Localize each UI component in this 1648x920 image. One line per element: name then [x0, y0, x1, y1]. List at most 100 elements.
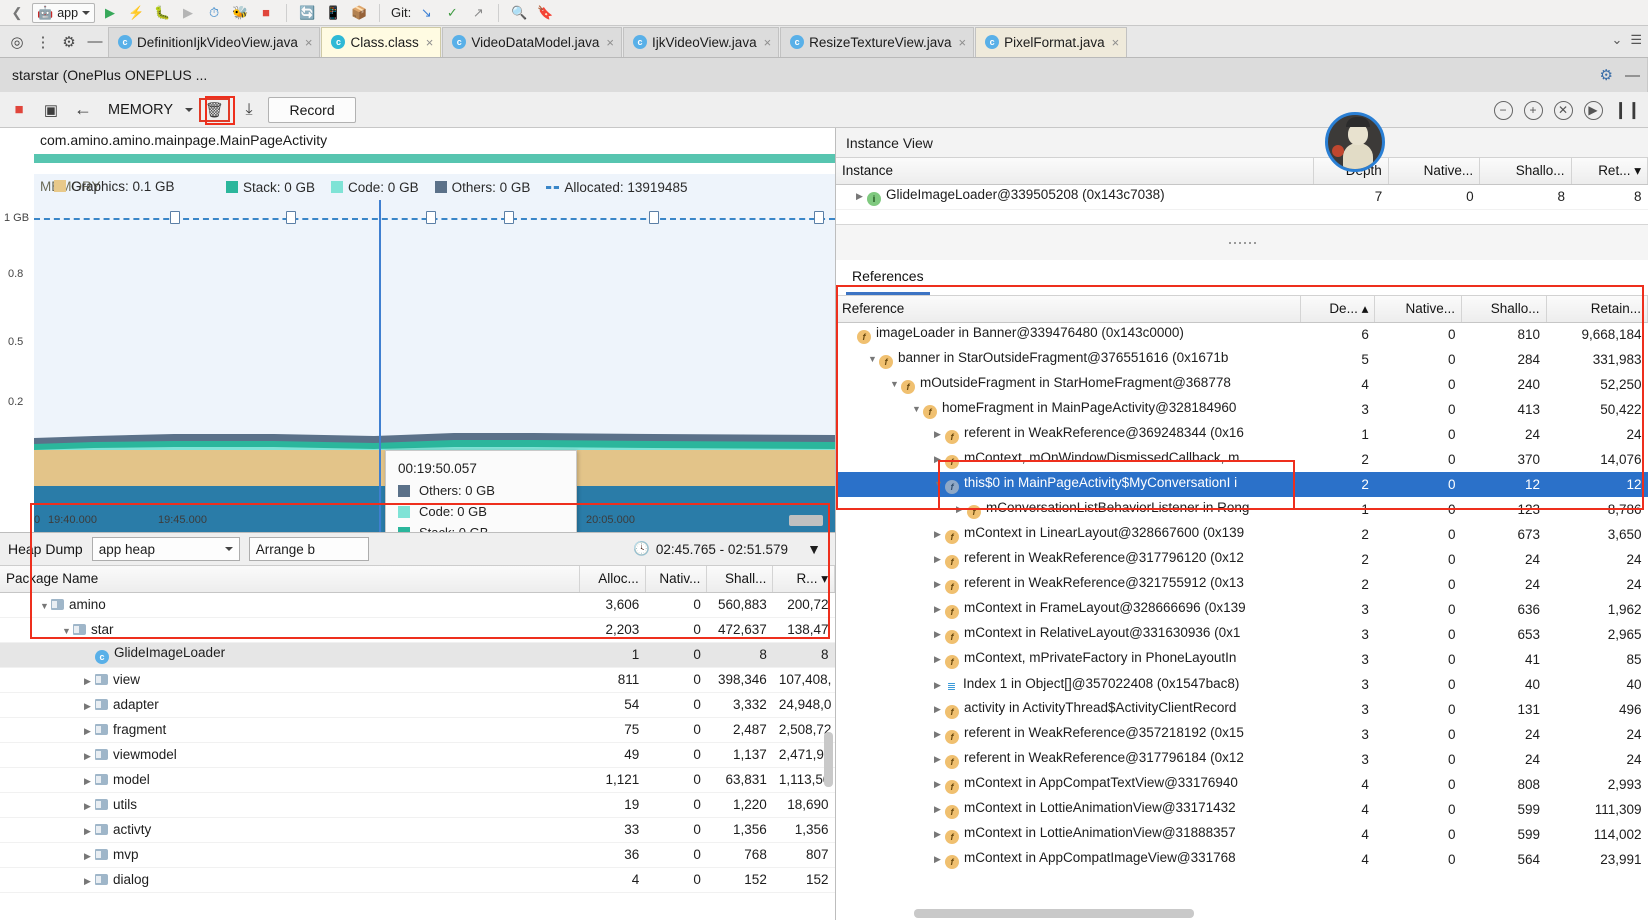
avd-manager-icon[interactable]: 📱: [322, 3, 344, 23]
col-shallow[interactable]: Shallo...: [1479, 158, 1572, 185]
col-native[interactable]: Native...: [1388, 158, 1481, 185]
zoom-out-icon[interactable]: −: [1493, 100, 1513, 120]
col-native[interactable]: Native...: [1374, 296, 1463, 323]
chevron-right-icon[interactable]: ▶: [934, 579, 945, 590]
col-depth[interactable]: De... ▴: [1300, 296, 1376, 323]
heap-select[interactable]: app heap: [91, 537, 240, 561]
zoom-in-icon[interactable]: +: [1523, 100, 1543, 120]
chevron-right-icon[interactable]: ▶: [956, 504, 967, 515]
attach-debugger-icon[interactable]: 🐝: [229, 3, 251, 23]
rerun-debug-icon[interactable]: ▶: [177, 3, 199, 23]
table-row[interactable]: ▶ adapter 54 0 3,332 24,948,0: [0, 692, 835, 718]
profile-icon[interactable]: ⏱: [203, 3, 225, 23]
heap-dump-scrollbar[interactable]: [824, 732, 833, 787]
table-row[interactable]: ▶ f referent in WeakReference@357218192 (0…: [836, 722, 1648, 747]
reset-zoom-icon[interactable]: ✕: [1553, 100, 1573, 120]
record-button[interactable]: Record: [268, 96, 357, 123]
chevron-right-icon[interactable]: ▶: [934, 754, 945, 765]
table-row[interactable]: ▶ f mContext in LottieAnimationView@331714…: [836, 797, 1648, 822]
chevron-right-icon[interactable]: ▶: [934, 604, 945, 615]
chevron-right-icon[interactable]: ▶: [84, 801, 95, 812]
chevron-right-icon[interactable]: ▶: [84, 876, 95, 887]
gc-marker[interactable]: [170, 211, 180, 224]
apply-changes-icon[interactable]: ⚡: [125, 3, 147, 23]
chevron-right-icon[interactable]: ▶: [856, 191, 867, 202]
table-row[interactable]: ▶ viewmodel 49 0 1,137 2,471,95: [0, 742, 835, 768]
table-row[interactable]: ▼ f banner in StarOutsideFragment@37655161…: [836, 347, 1648, 372]
chevron-right-icon[interactable]: ▶: [84, 851, 95, 862]
close-icon[interactable]: ×: [764, 35, 772, 50]
table-row[interactable]: ▶ model 1,121 0 63,831 1,113,50: [0, 767, 835, 793]
debug-icon[interactable]: 🐛: [151, 3, 173, 23]
stop-session-icon[interactable]: ■: [6, 98, 32, 122]
chevron-right-icon[interactable]: ▶: [934, 854, 945, 865]
chevron-down-icon[interactable]: ▼: [912, 404, 923, 414]
timeline-horizontal-scrollbar[interactable]: [789, 515, 823, 526]
chevron-right-icon[interactable]: ▶: [934, 629, 945, 640]
editor-tab[interactable]: c ResizeTextureView.java ×: [780, 26, 975, 57]
chevron-right-icon[interactable]: ▶: [84, 701, 95, 712]
col-retained[interactable]: Ret... ▾: [1571, 158, 1648, 185]
col-reference[interactable]: Reference: [836, 296, 1302, 323]
table-row[interactable]: ▶ mvp 36 0 768 807: [0, 842, 835, 868]
chevron-down-icon[interactable]: ▼: [40, 601, 51, 611]
dump-java-heap-icon[interactable]: ⤓: [236, 98, 262, 122]
attach-to-live-icon[interactable]: ▶: [1583, 100, 1603, 120]
chevron-right-icon[interactable]: ▶: [84, 826, 95, 837]
stop-icon[interactable]: ■: [255, 3, 277, 23]
force-garbage-collection-button[interactable]: 🗑: [199, 97, 231, 122]
editor-tab[interactable]: c VideoDataModel.java ×: [442, 26, 622, 57]
col-retained-size[interactable]: R... ▾: [772, 566, 835, 593]
table-row[interactable]: ▶ activty 33 0 1,356 1,356: [0, 817, 835, 843]
editor-tab[interactable]: c DefinitionIjkVideoView.java ×: [108, 26, 321, 57]
table-row[interactable]: ▶ view 811 0 398,346 107,408,: [0, 667, 835, 693]
settings-gear-icon[interactable]: ⚙: [56, 29, 82, 55]
sdk-manager-icon[interactable]: 📦: [348, 3, 370, 23]
chevron-right-icon[interactable]: ▶: [934, 654, 945, 665]
chevron-right-icon[interactable]: ▶: [934, 729, 945, 740]
table-row[interactable]: ▶ f mContext in RelativeLayout@331630936 (…: [836, 622, 1648, 647]
table-row[interactable]: ▼ star 2,203 0 472,637 138,47: [0, 617, 835, 643]
hide-icon[interactable]: —: [82, 29, 108, 55]
table-row[interactable]: ▶ f activity in ActivityThread$ActivityCli…: [836, 697, 1648, 722]
table-row[interactable]: ▶ f referent in WeakReference@317796120 (0…: [836, 547, 1648, 572]
back-arrow-icon[interactable]: ←: [70, 98, 96, 122]
sync-gradle-icon[interactable]: 🔄: [296, 3, 318, 23]
chevron-right-icon[interactable]: ▶: [934, 554, 945, 565]
run-icon[interactable]: ▶: [99, 3, 121, 23]
editor-tab[interactable]: c IjkVideoView.java ×: [623, 26, 780, 57]
table-row[interactable]: ▶ dialog 4 0 152 152: [0, 867, 835, 893]
chevron-right-icon[interactable]: ▶: [934, 804, 945, 815]
table-row[interactable]: ▶ ≣ Index 1 in Object[]@357022408 (0x1547b…: [836, 672, 1648, 697]
chevron-right-icon[interactable]: ▶: [934, 529, 945, 540]
pause-icon[interactable]: ❙❙: [1614, 100, 1641, 120]
gc-marker[interactable]: [814, 211, 824, 224]
gc-marker[interactable]: [286, 211, 296, 224]
table-row[interactable]: ▶ f mContext, mOnWindowDismissedCallback, …: [836, 447, 1648, 472]
chevron-right-icon[interactable]: ▶: [84, 726, 95, 737]
table-row[interactable]: ▼ f mOutsideFragment in StarHomeFragment@3…: [836, 372, 1648, 397]
table-row[interactable]: ▶ f mContext, mPrivateFactory in PhoneLayo…: [836, 647, 1648, 672]
col-shallow-size[interactable]: Shall...: [706, 566, 774, 593]
chevron-right-icon[interactable]: ▶: [934, 779, 945, 790]
editor-tab[interactable]: c Class.class ×: [321, 26, 442, 57]
run-configuration-selector[interactable]: 🤖 app: [32, 2, 96, 23]
chevron-right-icon[interactable]: ▶: [934, 454, 945, 465]
filter-icon[interactable]: ▼: [801, 541, 827, 557]
search-icon[interactable]: 🔍: [508, 3, 530, 23]
panel-splitter[interactable]: [836, 224, 1648, 260]
gc-marker[interactable]: [649, 211, 659, 224]
session-selector[interactable]: starstar (OnePlus ONEPLUS ...: [0, 58, 1648, 92]
expand-collapse-icon[interactable]: ⋮: [30, 29, 56, 55]
commit-icon[interactable]: ✓: [441, 3, 463, 23]
tab-references[interactable]: References: [846, 268, 930, 295]
chevron-right-icon[interactable]: ▶: [84, 776, 95, 787]
chevron-down-icon[interactable]: ▼: [868, 354, 879, 364]
table-row[interactable]: ▶ fragment 75 0 2,487 2,508,72: [0, 717, 835, 743]
table-row[interactable]: ▶ f mContext in LottieAnimationView@318883…: [836, 822, 1648, 847]
table-row[interactable]: ▶ f mConversationListBehaviorListener in R…: [836, 497, 1648, 522]
table-row[interactable]: ▶ i GlideImageLoader@339505208 (0x143c7038…: [836, 184, 1648, 210]
chevron-right-icon[interactable]: ▶: [934, 680, 945, 691]
table-row[interactable]: f imageLoader in Banner@339476480 (0x143c…: [836, 322, 1648, 347]
gear-icon[interactable]: ⚙: [1600, 66, 1613, 84]
